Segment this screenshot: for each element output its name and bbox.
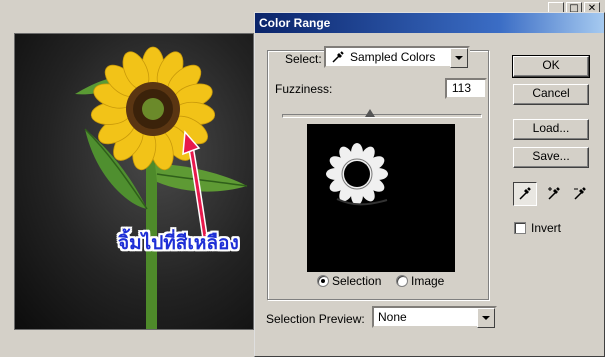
eyedropper-plus-icon — [546, 185, 562, 204]
dialog-titlebar[interactable]: Color Range — [255, 13, 604, 33]
ok-button[interactable]: OK — [512, 55, 590, 78]
chevron-down-icon[interactable] — [450, 48, 468, 68]
selection-preview-value: None — [378, 310, 407, 324]
load-button[interactable]: Load... — [513, 119, 589, 140]
document-canvas[interactable]: จิ้มไปที่สีเหลือง — [14, 33, 254, 330]
sunflower-image — [75, 46, 248, 329]
eyedropper-minus-icon — [572, 185, 588, 204]
fuzziness-slider-thumb[interactable] — [365, 109, 375, 117]
fuzziness-input[interactable]: 113 — [445, 78, 487, 99]
selection-preview-dropdown[interactable]: None — [372, 306, 497, 328]
color-range-dialog: Color Range Select: Sampled Colors Fuzzi… — [254, 12, 605, 357]
annotation-text: จิ้มไปที่สีเหลือง — [118, 232, 239, 254]
select-label: Select: — [282, 52, 325, 66]
selection-radio-label: Selection — [332, 274, 382, 288]
invert-checkbox[interactable] — [514, 222, 526, 234]
image-radio[interactable] — [396, 275, 408, 287]
invert-label: Invert — [531, 221, 562, 235]
eyedropper-plus-tool[interactable] — [542, 182, 566, 206]
image-radio-label: Image — [411, 274, 445, 288]
eyedropper-icon — [517, 185, 533, 204]
eyedropper-tool[interactable] — [513, 182, 537, 206]
selection-preview-image — [307, 124, 455, 272]
selection-radio[interactable] — [317, 275, 329, 287]
select-dropdown[interactable]: Sampled Colors — [324, 46, 470, 68]
fuzziness-slider-track[interactable] — [282, 114, 482, 118]
eyedropper-icon — [331, 50, 345, 67]
dialog-title: Color Range — [259, 16, 331, 30]
save-button[interactable]: Save... — [513, 147, 589, 168]
chevron-down-icon[interactable] — [477, 308, 495, 328]
select-value: Sampled Colors — [350, 50, 436, 64]
cancel-button[interactable]: Cancel — [513, 84, 589, 105]
fuzziness-label: Fuzziness: — [275, 82, 333, 96]
selection-preview-label: Selection Preview: — [266, 312, 365, 326]
eyedropper-minus-tool[interactable] — [568, 182, 592, 206]
